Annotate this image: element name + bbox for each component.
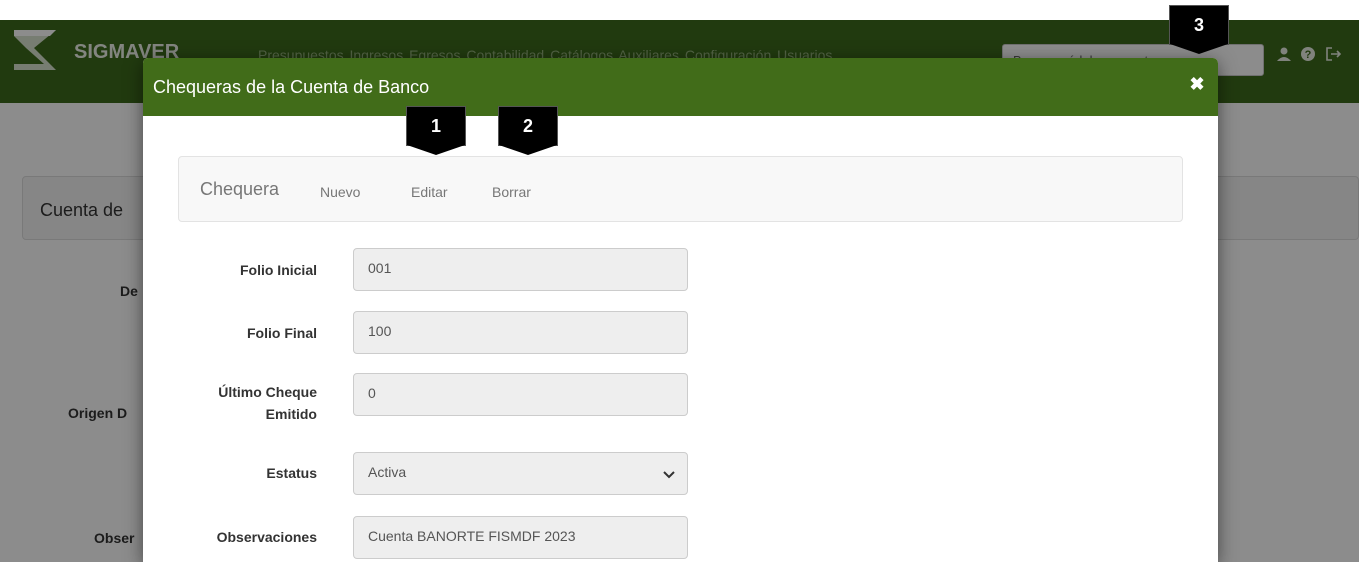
folio-inicial-label: Folio Inicial: [239, 262, 317, 278]
chequeras-modal: Chequeras de la Cuenta de Banco ✖ Cheque…: [143, 58, 1218, 562]
borrar-link[interactable]: Borrar: [492, 184, 531, 200]
modal-title: Chequeras de la Cuenta de Banco: [153, 77, 430, 97]
editar-link[interactable]: Editar: [411, 184, 448, 200]
nuevo-link[interactable]: Nuevo: [320, 184, 360, 200]
callout-3: 3: [1170, 6, 1228, 54]
observaciones-field[interactable]: Cuenta BANORTE FISMDF 2023: [353, 516, 688, 559]
callout-1-pointer: [407, 145, 465, 155]
callout-3-label: 3: [1170, 6, 1228, 44]
ultimo-cheque-label-line2: Emitido: [265, 406, 317, 422]
observaciones-label: Observaciones: [216, 529, 317, 545]
chequera-subnav: Chequera Nuevo Editar Borrar: [178, 156, 1183, 222]
callout-2-label: 2: [499, 107, 557, 145]
callout-2-pointer: [499, 145, 557, 155]
callout-1: 1: [407, 107, 465, 155]
estatus-label: Estatus: [266, 465, 317, 481]
screen: SIGMAVER Presupuestos Ingresos Egresos C…: [0, 0, 1359, 562]
callout-3-pointer: [1170, 44, 1228, 54]
ultimo-cheque-field[interactable]: 0: [353, 373, 688, 416]
chevron-down-icon: [663, 471, 675, 479]
folio-inicial-field[interactable]: 001: [353, 248, 688, 291]
estatus-select[interactable]: Activa: [353, 452, 688, 495]
modal-header: Chequeras de la Cuenta de Banco ✖: [143, 58, 1218, 116]
estatus-selected-value: Activa: [368, 464, 407, 480]
subnav-title: Chequera: [200, 179, 280, 199]
callout-2: 2: [499, 107, 557, 155]
close-icon[interactable]: ✖: [1186, 72, 1208, 96]
ultimo-cheque-label-line1: Último Cheque: [218, 384, 317, 400]
callout-1-label: 1: [407, 107, 465, 145]
folio-final-field[interactable]: 100: [353, 311, 688, 354]
folio-final-label: Folio Final: [247, 325, 317, 341]
